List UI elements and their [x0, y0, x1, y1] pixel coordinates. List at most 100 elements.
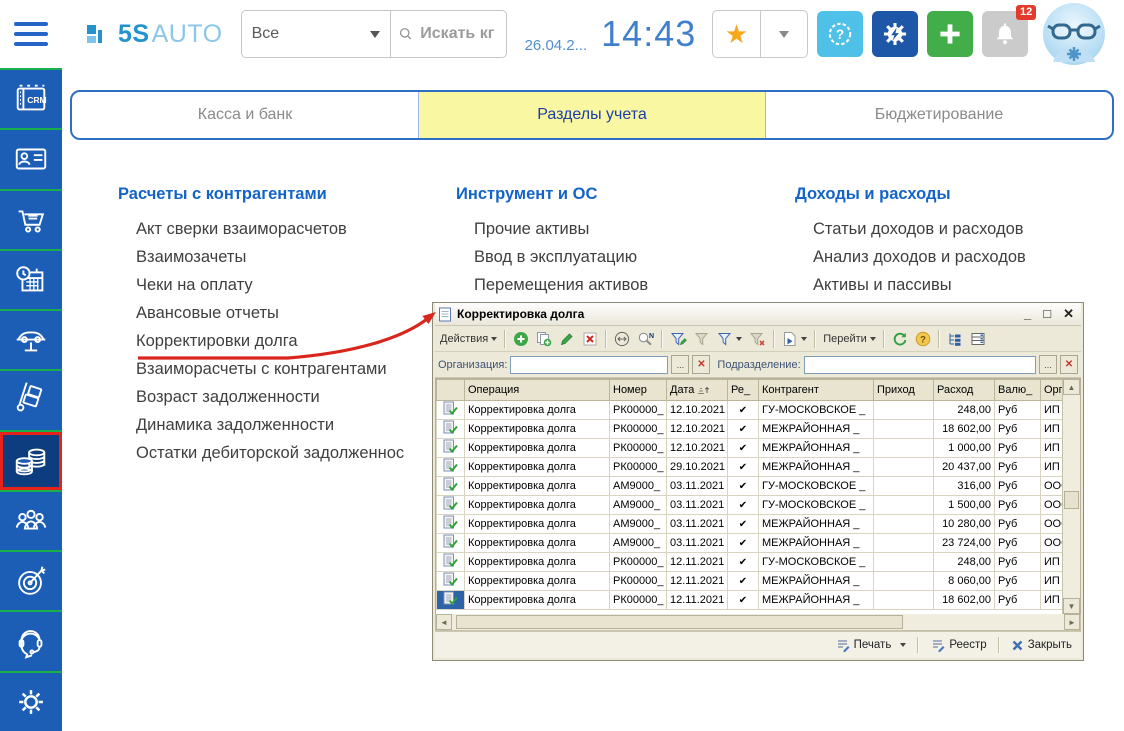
table-row[interactable]: Корректировка долгаРК00000_12.11.2021✔МЕ… [437, 572, 1063, 591]
settings-button[interactable] [872, 11, 918, 57]
sidebar-item-contacts[interactable] [0, 130, 62, 190]
menu-link[interactable]: Прочие активы [474, 215, 648, 243]
menu-link[interactable]: Корректировки долга [136, 327, 404, 355]
scroll-down-icon[interactable]: ▼ [1063, 598, 1080, 614]
help-button[interactable]: ? [913, 330, 933, 348]
posted-document-icon [443, 477, 458, 492]
column-header[interactable]: Приход [874, 380, 934, 401]
column-header[interactable]: Орг [1041, 380, 1063, 401]
sidebar-item-sales[interactable] [0, 191, 62, 251]
menu-link[interactable]: Перемещения активов [474, 271, 648, 299]
table-row[interactable]: Корректировка долгаРК00000_12.10.2021✔МЕ… [437, 420, 1063, 439]
sidebar-item-planning[interactable] [0, 251, 62, 311]
tree-view-button[interactable] [945, 330, 965, 348]
find-by-number-button[interactable]: N [635, 330, 656, 348]
edit-row-button[interactable] [557, 330, 577, 348]
auto-width-button[interactable] [612, 330, 632, 348]
table-row[interactable]: Корректировка долгаРК00000_12.11.2021✔ГУ… [437, 553, 1063, 572]
column-header[interactable]: Ре_ [728, 380, 759, 401]
add-new-button[interactable] [927, 11, 973, 57]
search-input[interactable] [418, 24, 497, 44]
tab-budgeting[interactable]: Бюджетирование [765, 92, 1112, 138]
sidebar-item-targets[interactable] [0, 552, 62, 612]
table-row[interactable]: Корректировка долгаРК00000_12.11.2021✔МЕ… [437, 591, 1063, 610]
filter-menu-button[interactable] [715, 330, 744, 348]
column-header[interactable]: Операция [465, 380, 610, 401]
column-settings-button[interactable] [968, 330, 988, 348]
dept-clear-button[interactable]: ✕ [1060, 355, 1078, 374]
menu-link[interactable]: Статьи доходов и расходов [813, 215, 1026, 243]
column-header[interactable]: Дата [667, 380, 728, 401]
sidebar-item-service[interactable] [0, 311, 62, 371]
refresh-button[interactable] [890, 330, 910, 348]
horizontal-scrollbar[interactable]: ◄ ► [435, 614, 1081, 631]
table-row[interactable]: Корректировка долгаАМ9000_03.11.2021✔МЕЖ… [437, 515, 1063, 534]
menu-link[interactable]: Активы и пассивы [813, 271, 1026, 299]
dept-picker-button[interactable]: ... [1039, 355, 1057, 374]
sidebar-item-staff[interactable] [0, 492, 62, 552]
delete-row-button[interactable] [580, 330, 600, 348]
org-filter-input[interactable] [510, 356, 668, 374]
menu-link[interactable]: Взаиморасчеты с контрагентами [136, 355, 404, 383]
register-button[interactable]: Реестр [927, 636, 989, 655]
sidebar-item-warehouse[interactable] [0, 371, 62, 431]
user-avatar[interactable] [1042, 2, 1106, 66]
hamburger-menu-icon[interactable] [0, 22, 62, 46]
menu-link[interactable]: Авансовые отчеты [136, 299, 404, 327]
org-clear-button[interactable]: ✕ [692, 355, 710, 374]
filter-settings-button[interactable] [668, 330, 689, 348]
menu-link[interactable]: Взаимозачеты [136, 243, 404, 271]
window-titlebar[interactable]: Корректировка долга _ □ ✕ [435, 303, 1081, 326]
favorites-button[interactable]: ★ [713, 11, 761, 57]
column-header[interactable]: Номер [610, 380, 667, 401]
table-row[interactable]: Корректировка долгаРК00000_12.10.2021✔МЕ… [437, 439, 1063, 458]
scroll-left-icon[interactable]: ◄ [436, 614, 452, 630]
table-row[interactable]: Корректировка долгаАМ9000_03.11.2021✔МЕЖ… [437, 534, 1063, 553]
tab-cash-bank[interactable]: Касса и банк [72, 92, 418, 138]
copy-row-button[interactable] [534, 330, 554, 348]
menu-link[interactable]: Ввод в эксплуатацию [474, 243, 648, 271]
sidebar-item-money[interactable] [0, 432, 62, 492]
column-header[interactable]: Контрагент [759, 380, 874, 401]
column-header[interactable]: Расход [934, 380, 995, 401]
table-row[interactable]: Корректировка долгаАМ9000_03.11.2021✔ГУ-… [437, 496, 1063, 515]
actions-menu-button[interactable]: Действия [438, 332, 499, 346]
column-header[interactable] [437, 380, 465, 401]
help-button[interactable]: ? [817, 11, 863, 57]
horizontal-scroll-thumb[interactable] [456, 615, 903, 629]
close-button[interactable]: ✕ [1063, 307, 1074, 321]
table-row[interactable]: Корректировка долгаРК00000_12.10.2021✔ГУ… [437, 401, 1063, 420]
dept-filter-input[interactable] [804, 356, 1036, 374]
vertical-scroll-thumb[interactable] [1064, 491, 1079, 509]
close-window-button[interactable]: Закрыть [1008, 637, 1075, 654]
org-picker-button[interactable]: ... [671, 355, 689, 374]
maximize-button[interactable]: □ [1043, 307, 1051, 321]
table-row[interactable]: Корректировка долгаРК00000_29.10.2021✔МЕ… [437, 458, 1063, 477]
output-list-button[interactable] [780, 330, 809, 348]
sidebar-item-support[interactable] [0, 612, 62, 672]
column-header[interactable]: Валю_ [995, 380, 1041, 401]
menu-link[interactable]: Остатки дебиторской задолженнос [136, 439, 404, 467]
print-button[interactable]: Печать [832, 636, 910, 655]
filter-by-value-button[interactable] [692, 330, 712, 348]
table-row[interactable]: Корректировка долгаАМ9000_03.11.2021✔ГУ-… [437, 477, 1063, 496]
search-scope-select[interactable]: Все [242, 11, 391, 57]
favorites-dropdown[interactable] [761, 11, 808, 57]
menu-link[interactable]: Анализ доходов и расходов [813, 243, 1026, 271]
scroll-right-icon[interactable]: ► [1064, 614, 1080, 630]
notifications-button[interactable]: 12 [982, 11, 1028, 57]
clear-filter-button[interactable] [747, 330, 768, 348]
menu-link[interactable]: Возраст задолженности [136, 383, 404, 411]
menu-link[interactable]: Чеки на оплату [136, 271, 404, 299]
tab-accounting-sections[interactable]: Разделы учета [418, 92, 765, 138]
sidebar-item-crm[interactable]: CRM [0, 68, 62, 130]
menu-link[interactable]: Акт сверки взаиморасчетов [136, 215, 404, 243]
scroll-up-icon[interactable]: ▲ [1063, 379, 1080, 395]
goto-menu-button[interactable]: Перейти [821, 332, 878, 346]
minimize-button[interactable]: _ [1024, 307, 1031, 321]
table-header-row[interactable]: ОперацияНомерДатаРе_КонтрагентПриходРасх… [437, 380, 1063, 401]
add-row-button[interactable] [511, 330, 531, 348]
vertical-scrollbar[interactable]: ▲ ▼ [1062, 379, 1080, 614]
sidebar-item-settings[interactable] [0, 673, 62, 731]
menu-link[interactable]: Динамика задолженности [136, 411, 404, 439]
